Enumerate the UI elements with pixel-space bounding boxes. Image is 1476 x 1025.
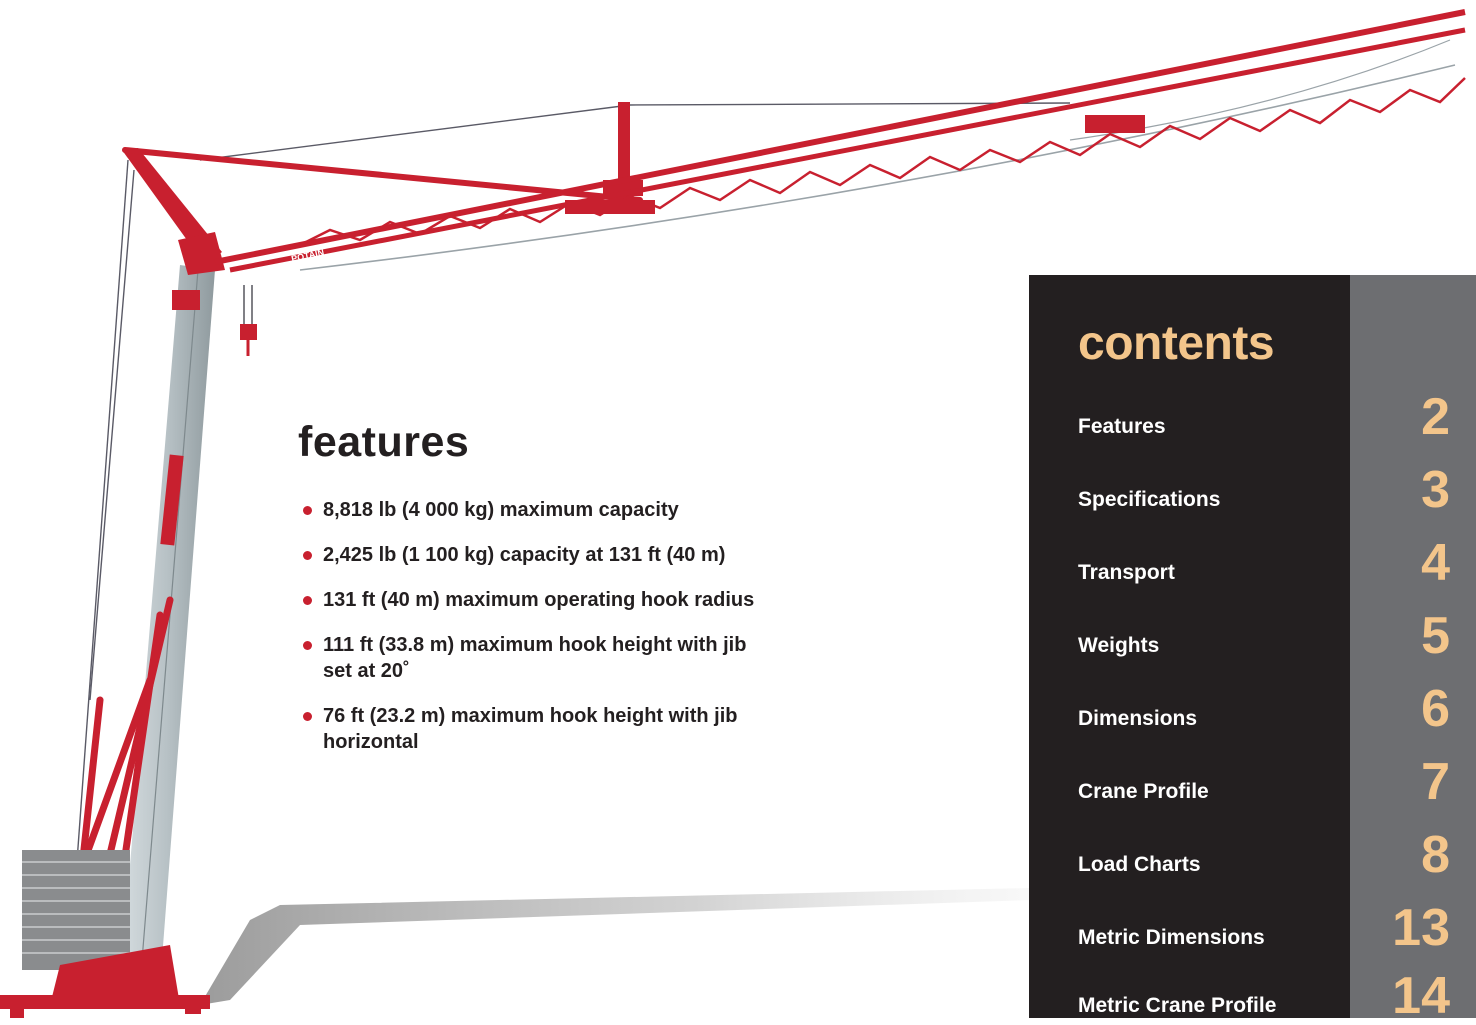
toc-entry-metric-dimensions[interactable]: Metric Dimensions 13 [1078, 894, 1450, 954]
toc-page-number: 5 [1421, 607, 1450, 665]
svg-text:POTAIN: POTAIN [290, 247, 325, 264]
bullet-icon [303, 641, 312, 650]
crane-head [122, 148, 225, 275]
features-list-item: 111 ft (33.8 m) maximum hook height with… [298, 632, 778, 684]
toc-label: Metric Dimensions [1078, 926, 1265, 949]
toc-page-number: 14 [1392, 967, 1450, 1025]
features-list-item: 76 ft (23.2 m) maximum hook height with … [298, 703, 778, 755]
toc-page-number: 3 [1421, 461, 1450, 519]
toc-entry-dimensions[interactable]: Dimensions 6 [1078, 675, 1450, 735]
toc-page-number: 8 [1421, 826, 1450, 884]
toc-entry-features[interactable]: Features 2 [1078, 383, 1450, 443]
crane-ballast [22, 850, 130, 970]
feature-text: 111 ft (33.8 m) maximum hook height with… [323, 634, 747, 682]
crane-mid-mast [603, 102, 643, 202]
toc-label: Metric Crane Profile [1078, 994, 1277, 1017]
toc-entry-transport[interactable]: Transport 4 [1078, 529, 1450, 589]
toc-entry-metric-crane-profile[interactable]: Metric Crane Profile 14 [1078, 962, 1450, 1022]
feature-text: 76 ft (23.2 m) maximum hook height with … [323, 705, 738, 753]
toc-page-number: 13 [1392, 899, 1450, 957]
toc-entry-specifications[interactable]: Specifications 3 [1078, 456, 1450, 516]
toc-entry-load-charts[interactable]: Load Charts 8 [1078, 821, 1450, 881]
toc-page-number: 4 [1421, 534, 1450, 592]
toc-page-number: 6 [1421, 680, 1450, 738]
bullet-icon [303, 596, 312, 605]
toc-label: Features [1078, 415, 1166, 438]
features-heading: features [298, 418, 470, 466]
crane-shadow [200, 888, 1030, 1005]
toc-label: Crane Profile [1078, 780, 1209, 803]
feature-text: 2,425 lb (1 100 kg) capacity at 131 ft (… [323, 544, 726, 566]
toc-label: Specifications [1078, 488, 1221, 511]
toc-entry-weights[interactable]: Weights 5 [1078, 602, 1450, 662]
features-section: features 8,818 lb (4 000 kg) maximum cap… [298, 418, 778, 774]
feature-text: 131 ft (40 m) maximum operating hook rad… [323, 589, 755, 611]
features-list-item: 131 ft (40 m) maximum operating hook rad… [298, 587, 778, 613]
toc-page-number: 2 [1421, 388, 1450, 446]
toc-label: Transport [1078, 561, 1175, 584]
contents-heading: contents [1078, 317, 1275, 370]
feature-text: 8,818 lb (4 000 kg) maximum capacity [323, 499, 679, 521]
toc-label: Load Charts [1078, 853, 1201, 876]
crane-hook [240, 285, 257, 356]
features-list: 8,818 lb (4 000 kg) maximum capacity 2,4… [298, 497, 778, 755]
toc-entry-crane-profile[interactable]: Crane Profile 7 [1078, 748, 1450, 808]
crane-jib: POTAIN [214, 9, 1466, 273]
bullet-icon [303, 551, 312, 560]
toc-label: Dimensions [1078, 707, 1198, 730]
features-list-item: 2,425 lb (1 100 kg) capacity at 131 ft (… [298, 542, 778, 568]
bullet-icon [303, 712, 312, 721]
features-list-item: 8,818 lb (4 000 kg) maximum capacity [298, 497, 778, 523]
toc-label: Weights [1078, 634, 1160, 657]
toc-page-number: 7 [1421, 753, 1450, 811]
bullet-icon [303, 506, 312, 515]
